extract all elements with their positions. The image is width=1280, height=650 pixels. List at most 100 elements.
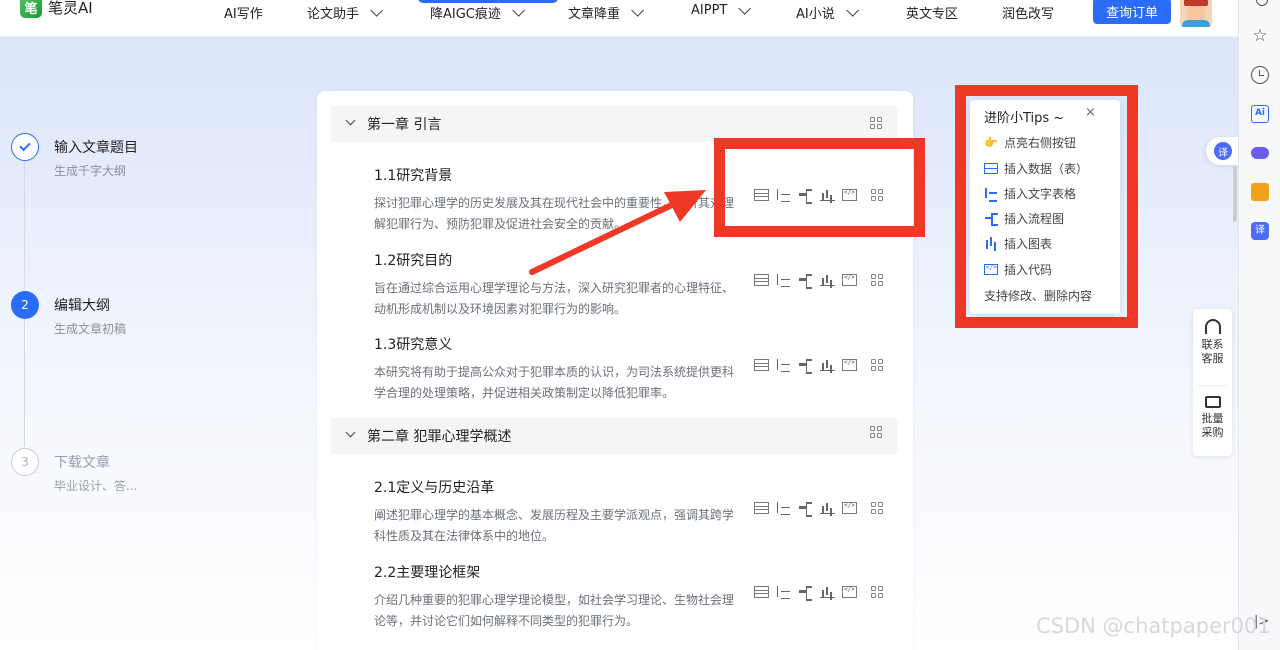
code-icon[interactable]	[842, 586, 857, 598]
avatar-shirt	[1182, 20, 1210, 27]
chapter-title[interactable]: 第二章 犯罪心理学概述	[367, 426, 511, 446]
annotation-box-toolbar	[714, 138, 925, 237]
step-title: 编辑大纲	[54, 298, 110, 314]
text-table-icon[interactable]	[776, 502, 791, 515]
flowchart-icon[interactable]	[798, 359, 813, 374]
divider	[1197, 385, 1228, 386]
game-icon[interactable]	[1251, 147, 1269, 159]
ai-icon[interactable]: Ai	[1251, 105, 1269, 123]
query-order-button[interactable]: 查询订单	[1093, 0, 1171, 24]
outline-section[interactable]: 2.2主要理论框架 介绍几种重要的犯罪心理学理论模型，如社会学习理论、生物社会理…	[374, 562, 914, 632]
logo-icon: 笔	[20, 0, 42, 18]
chapter-header[interactable]: 第一章 引言	[331, 106, 898, 142]
flowchart-icon[interactable]	[798, 274, 813, 289]
code-icon[interactable]	[842, 359, 857, 371]
code-icon[interactable]	[842, 274, 857, 286]
chevron-down-icon[interactable]	[345, 427, 356, 438]
section-description[interactable]: 介绍几种重要的犯罪心理学理论模型，如社会学习理论、生物社会理论等，并讨论它们如何…	[374, 590, 739, 632]
pointing-hand-icon: 👉	[984, 135, 998, 149]
flowchart-icon[interactable]	[798, 502, 813, 517]
step-title: 下载文章	[54, 455, 110, 471]
code-icon[interactable]	[842, 502, 857, 514]
tip-row: 👉 点亮右侧按钮	[984, 134, 1076, 151]
table-icon[interactable]	[754, 586, 769, 598]
outline-section[interactable]: 1.3研究意义 本研究将有助于提高公众对于犯罪本质的认识，为司法系统提供更科学合…	[374, 334, 914, 404]
text-table-icon[interactable]	[776, 359, 791, 372]
bulk-purchase-button[interactable]: 批量采购	[1193, 393, 1232, 440]
close-icon[interactable]: ×	[1085, 105, 1096, 120]
nav-polish[interactable]: 润色改写	[1002, 3, 1054, 22]
table-icon[interactable]	[754, 274, 769, 286]
service-panel: 联系客服 批量采购	[1193, 309, 1232, 456]
step-subtitle: 生成文章初稿	[54, 322, 127, 336]
headset-icon	[1204, 319, 1221, 334]
chevron-down-icon	[738, 2, 752, 15]
text-table-icon[interactable]	[776, 586, 791, 599]
table-icon[interactable]	[754, 502, 769, 514]
shopping-bag-icon[interactable]	[1251, 183, 1269, 201]
tip-text: 插入图表	[1004, 237, 1053, 251]
nav-english[interactable]: 英文专区	[906, 3, 958, 22]
nav-reduce-aigc[interactable]: 降AIGC痕迹	[430, 3, 525, 22]
grid-icon[interactable]	[871, 274, 883, 286]
tip-text: 插入文字表格	[1004, 187, 1077, 201]
table-icon[interactable]	[754, 359, 769, 371]
grid-icon[interactable]	[870, 117, 882, 129]
section-toolbar	[754, 274, 857, 289]
section-title[interactable]: 2.1定义与历史沿革	[374, 477, 914, 497]
step-number: 2	[11, 291, 39, 319]
bar-chart-icon[interactable]	[820, 274, 835, 286]
scrollbar-thumb[interactable]	[1233, 166, 1237, 222]
chevron-down-icon[interactable]	[345, 115, 356, 126]
avatar[interactable]	[1180, 0, 1212, 27]
translate-float-button[interactable]: 译	[1206, 137, 1238, 165]
section-description[interactable]: 旨在通过综合运用心理学理论与方法，深入研究犯罪者的心理特征、动机形成机制以及环境…	[374, 278, 739, 320]
outline-section[interactable]: 2.1定义与历史沿革 阐述犯罪心理学的基本概念、发展历程及主要学派观点，强调其跨…	[374, 477, 914, 547]
chevron-down-icon	[370, 4, 384, 17]
text-table-icon	[984, 188, 998, 202]
grid-icon[interactable]	[871, 359, 883, 371]
bar-chart-icon[interactable]	[820, 502, 835, 514]
grid-icon[interactable]	[871, 502, 883, 514]
section-title[interactable]: 1.3研究意义	[374, 334, 914, 354]
nav-aippt[interactable]: AIPPT	[691, 2, 752, 18]
star-icon[interactable]: ☆	[1251, 27, 1269, 45]
section-description[interactable]: 本研究将有助于提高公众对于犯罪本质的认识，为司法系统提供更科学合理的处理策略，并…	[374, 362, 739, 404]
step-subtitle: 毕业设计、答...	[54, 479, 138, 493]
tips-panel: 进阶小Tips ~ × 👉 点亮右侧按钮 插入数据（表） 插入文字表格 插入流程图…	[970, 100, 1120, 314]
nav-label: 论文助手	[307, 7, 360, 22]
translate-icon[interactable]: 译	[1251, 222, 1269, 240]
tip-row: 插入流程图	[984, 210, 1064, 227]
chapter-header[interactable]: 第二章 犯罪心理学概述	[331, 418, 898, 454]
flowchart-icon[interactable]	[798, 586, 813, 601]
code-icon	[984, 264, 998, 275]
watermark: CSDN @chatpaper001	[1036, 614, 1271, 638]
service-label: 联系客服	[1201, 338, 1224, 365]
section-title[interactable]: 2.2主要理论框架	[374, 562, 914, 582]
nav-label: 润色改写	[1002, 7, 1055, 22]
grid-icon[interactable]	[871, 586, 883, 598]
bar-chart-icon[interactable]	[820, 359, 835, 371]
nav-ai-writing[interactable]: AI写作	[224, 3, 263, 22]
bar-chart-icon[interactable]	[820, 586, 835, 598]
annotation-arrow-icon	[529, 190, 706, 275]
logo[interactable]: 笔 笔灵AI	[20, 0, 93, 18]
tip-row: 插入数据（表）	[984, 160, 1088, 177]
top-navigation: 笔 笔灵AI AI写作 论文助手 降AIGC痕迹 文章降重 AIPPT AI小说…	[0, 0, 1238, 37]
nav-paper-assistant[interactable]: 论文助手	[307, 3, 384, 22]
history-icon[interactable]	[1251, 66, 1269, 84]
text-table-icon[interactable]	[776, 274, 791, 287]
nav-label: 降AIGC痕迹	[430, 7, 501, 22]
chapter-title[interactable]: 第一章 引言	[367, 114, 441, 134]
step-title: 输入文章题目	[54, 140, 138, 156]
chevron-down-icon	[512, 4, 525, 17]
grid-icon[interactable]	[870, 426, 882, 438]
nav-ai-novel[interactable]: AI小说	[796, 3, 859, 22]
nav-rewrite-dedup[interactable]: 文章降重	[568, 3, 645, 22]
step-connector	[24, 319, 25, 447]
contact-service-button[interactable]: 联系客服	[1193, 319, 1232, 366]
section-description[interactable]: 阐述犯罪心理学的基本概念、发展历程及主要学派观点，强调其跨学科性质及其在法律体系…	[374, 505, 739, 547]
flowchart-icon	[984, 213, 998, 226]
briefcase-icon	[1204, 396, 1221, 408]
tip-text: 点亮右侧按钮	[1004, 136, 1077, 150]
